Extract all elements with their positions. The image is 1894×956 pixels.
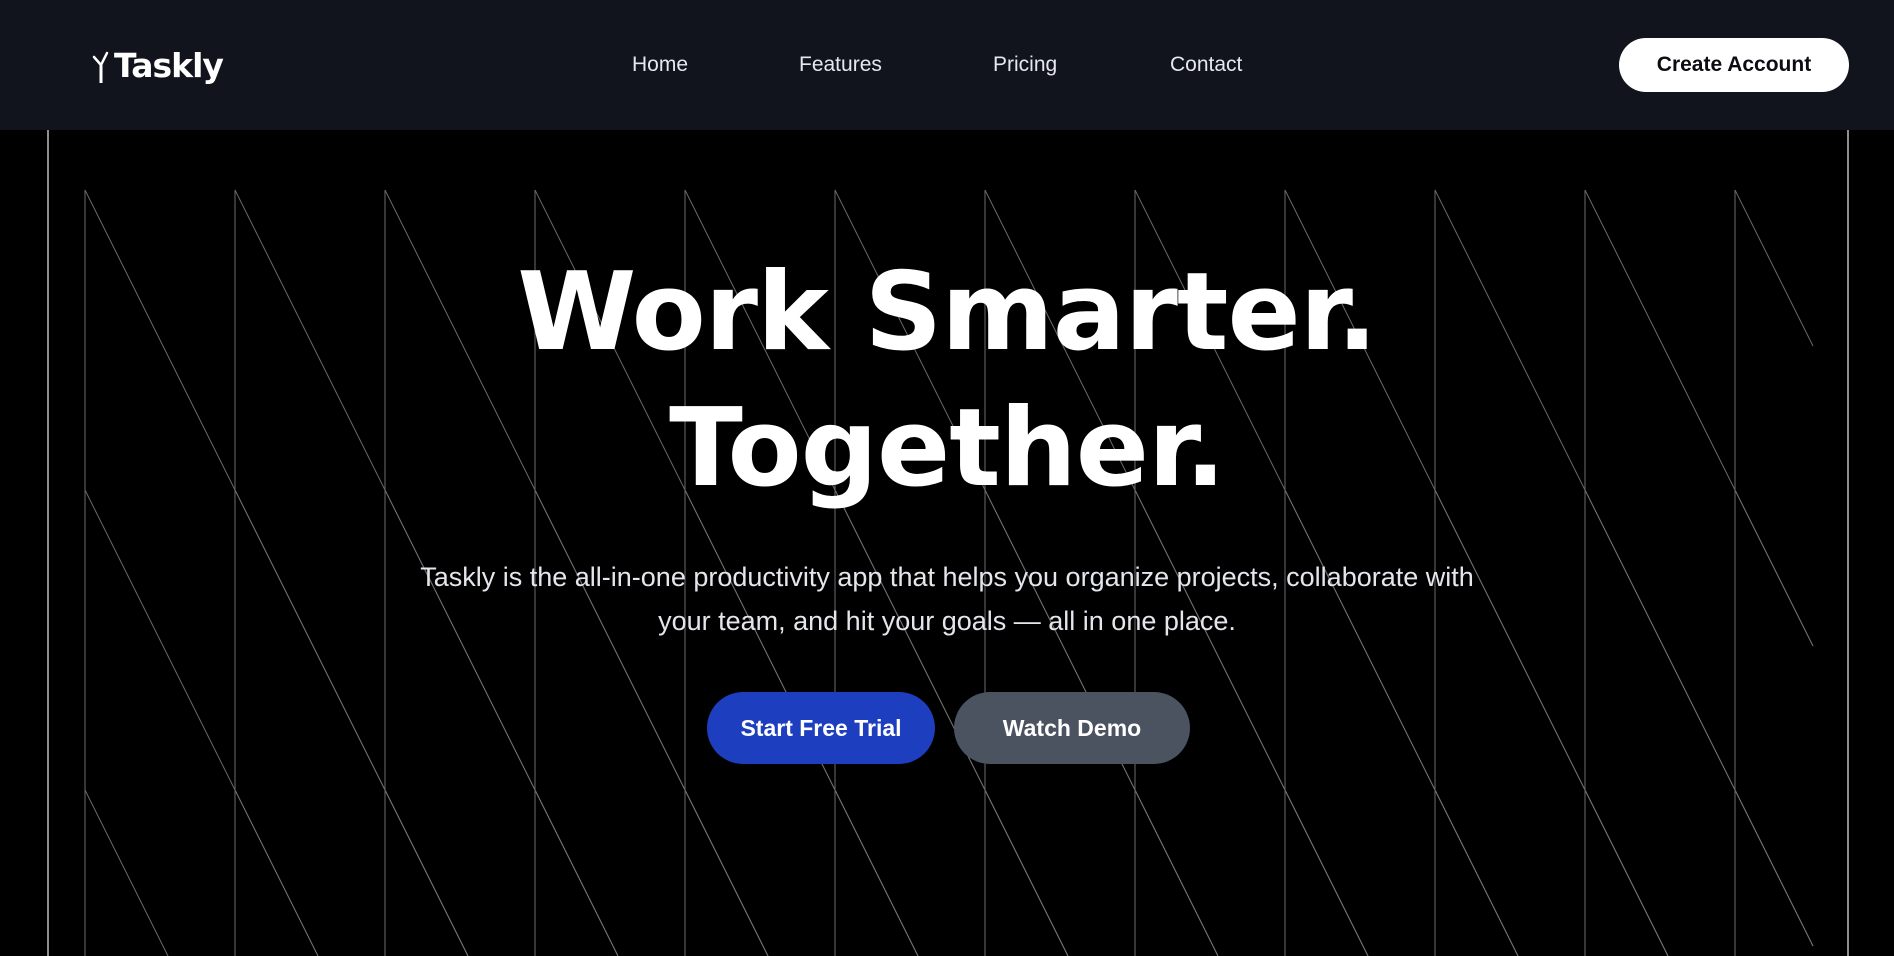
watch-demo-button[interactable]: Watch Demo [954,692,1190,764]
hero-title: Work Smarter. Together. [347,245,1547,517]
nav-link-contact[interactable]: Contact [1170,48,1242,82]
nav-link-features[interactable]: Features [799,48,882,82]
nav-link-home[interactable]: Home [632,48,688,82]
main-nav: Home Features Pricing Contact [0,48,1894,82]
nav-link-pricing[interactable]: Pricing [993,48,1057,82]
hero-title-line-2: Together. [669,386,1226,511]
hero-subtitle: Taskly is the all-in-one productivity ap… [420,562,1474,636]
top-navbar: Taskly Home Features Pricing Contact Cre… [0,0,1894,130]
start-free-trial-button[interactable]: Start Free Trial [707,692,935,764]
create-account-button[interactable]: Create Account [1619,38,1849,92]
hero-section: Work Smarter. Together. Taskly is the al… [0,130,1894,956]
hero-title-line-1: Work Smarter. [517,250,1377,375]
